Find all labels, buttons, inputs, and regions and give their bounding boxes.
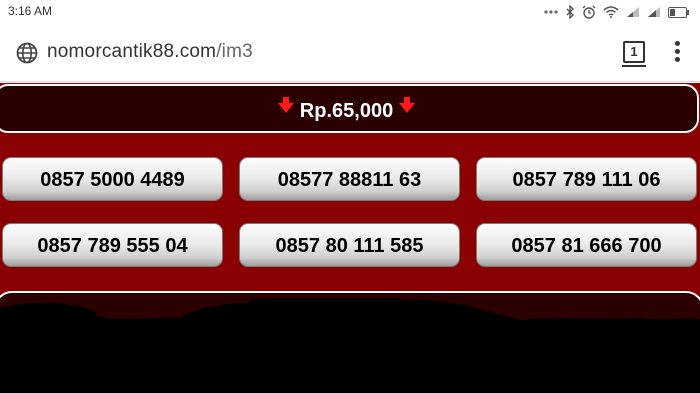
tabs-icon[interactable]: 1: [622, 41, 646, 67]
battery-icon: [668, 6, 689, 18]
status-icons: [544, 4, 690, 20]
signal-icon: [648, 7, 660, 17]
status-time: 3:16 AM: [8, 4, 53, 18]
url-path: /im3: [216, 41, 253, 62]
redaction-mark: [0, 298, 700, 393]
down-arrow-icon: [399, 97, 416, 113]
status-bar: 3:16 AM: [0, 0, 700, 24]
url-text[interactable]: nomorcantik88.com/im3: [47, 41, 253, 63]
signal-dots-icon: [544, 10, 558, 14]
number-button[interactable]: 08577 88811 63: [239, 157, 460, 201]
number-button[interactable]: 0857 81 666 700: [476, 223, 697, 267]
price-label: Rp.65,000: [299, 100, 394, 122]
page-content: Rp.65,000 0857 5000 4489 08577 88811 63 …: [0, 83, 700, 393]
wifi-icon: [603, 6, 619, 18]
number-button[interactable]: 0857 789 111 06: [476, 157, 697, 201]
globe-icon: [16, 42, 38, 64]
menu-icon[interactable]: [672, 41, 682, 65]
number-button[interactable]: 0857 80 111 585: [239, 223, 460, 267]
alarm-icon: [582, 5, 596, 19]
signal-icon: [627, 7, 639, 17]
price-heading: Rp.65,000: [0, 97, 697, 123]
address-bar[interactable]: nomorcantik88.com/im3 1: [0, 24, 700, 82]
url-domain: nomorcantik88.com: [47, 41, 217, 62]
bluetooth-icon: [566, 5, 574, 19]
tab-count: 1: [630, 44, 638, 59]
price-header: Rp.65,000: [0, 84, 699, 133]
number-button[interactable]: 0857 5000 4489: [2, 157, 223, 201]
number-button[interactable]: 0857 789 555 04: [2, 223, 223, 267]
down-arrow-icon: [277, 97, 294, 113]
